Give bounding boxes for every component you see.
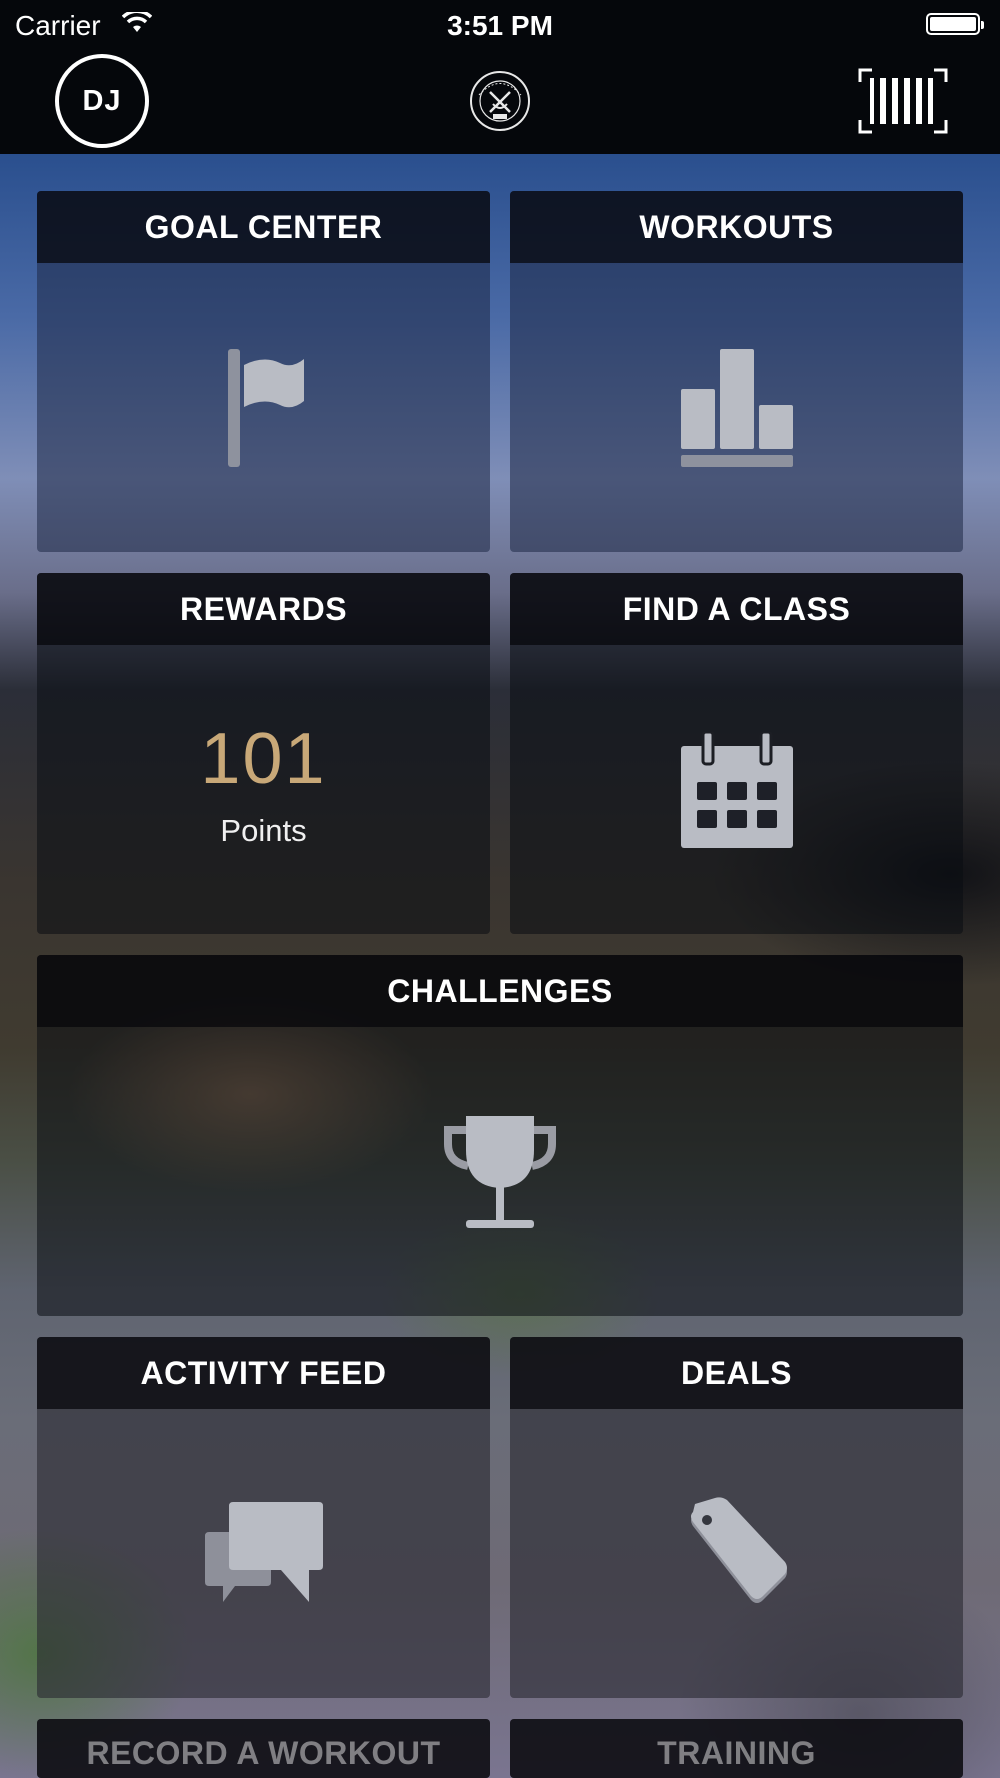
training-title: TRAINING [510,1719,963,1778]
flag-icon [227,348,304,467]
club-crest-icon [470,71,530,131]
bar-chart-icon [680,348,793,467]
nav-bar: DJ [0,50,1000,154]
record-a-workout-title: RECORD A WORKOUT [37,1719,490,1778]
activity-feed-title: ACTIVITY FEED [37,1337,490,1409]
calendar-icon [680,731,793,848]
deals-tile[interactable]: DEALS [510,1337,963,1698]
price-tag-icon [690,1496,787,1603]
goal-center-title: GOAL CENTER [37,191,490,263]
rewards-tile[interactable]: REWARDS 101 Points [37,573,490,934]
find-a-class-title: FIND A CLASS [510,573,963,645]
goal-center-tile[interactable]: GOAL CENTER [37,191,490,552]
challenges-tile[interactable]: CHALLENGES [37,955,963,1316]
clock: 3:51 PM [447,10,553,41]
activity-feed-tile[interactable]: ACTIVITY FEED [37,1337,490,1698]
training-tile[interactable]: TRAINING [510,1719,963,1778]
workouts-tile[interactable]: WORKOUTS [510,191,963,552]
status-bar: Carrier 3:51 PM [0,0,1000,50]
avatar-button[interactable]: DJ [55,54,149,148]
points-label: Points [220,812,307,848]
avatar-initials: DJ [82,84,122,117]
rewards-title: REWARDS [37,573,490,645]
barcode-scan-button[interactable] [858,68,948,134]
record-a-workout-tile[interactable]: RECORD A WORKOUT [37,1719,490,1778]
battery-icon [926,13,984,35]
deals-title: DEALS [510,1337,963,1409]
points-value: 101 [200,718,327,799]
find-a-class-tile[interactable]: FIND A CLASS [510,573,963,934]
challenges-title: CHALLENGES [37,955,963,1027]
chat-bubbles-icon [204,1501,323,1602]
trophy-icon [444,1115,556,1228]
workouts-title: WORKOUTS [510,191,963,263]
